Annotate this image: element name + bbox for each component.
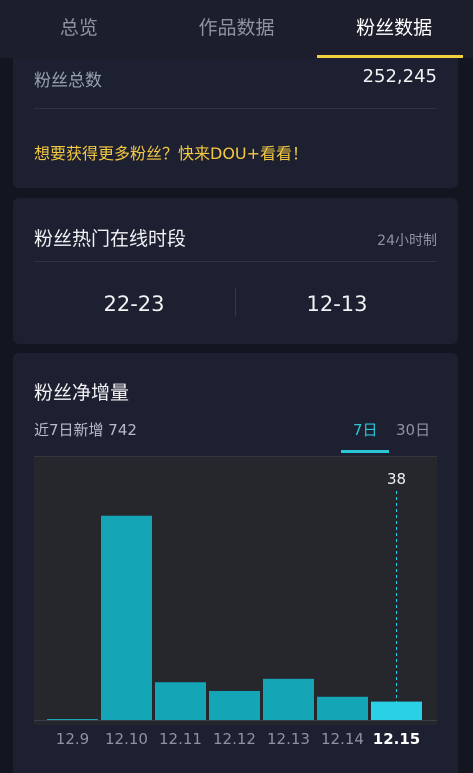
online-slot-2: 12-13	[306, 292, 368, 316]
net-growth-chart-area[interactable]: 38	[34, 457, 437, 725]
x-tick-label-12.9: 12.9	[55, 730, 90, 748]
x-tick-label-12.11: 12.11	[159, 730, 202, 748]
bar-12.10[interactable]	[101, 515, 152, 720]
dou-plus-promo-link[interactable]: 想要获得更多粉丝？快来DOU+看看！	[34, 140, 308, 164]
tab-works-data[interactable]: 作品数据	[158, 0, 316, 58]
fans-total-value: 252,245	[362, 66, 437, 87]
range-7-days-button[interactable]: 7日	[353, 419, 378, 440]
x-tick-label-12.14: 12.14	[321, 730, 364, 748]
bar-12.13[interactable]	[263, 678, 314, 720]
tab-overview[interactable]: 总览	[0, 0, 158, 58]
bar-12.12[interactable]	[209, 690, 260, 720]
fans-total-row: 粉丝总数 252,245	[34, 62, 437, 96]
range-selected-indicator	[341, 450, 389, 453]
tab-bar: 总览 作品数据 粉丝数据	[0, 0, 473, 58]
slot-separator	[235, 288, 236, 316]
online-slot-1: 22-23	[103, 292, 165, 316]
divider	[34, 108, 437, 109]
range-30-days-button[interactable]: 30日	[396, 419, 430, 440]
net-growth-card: 粉丝净增量 近7日新增 742 7日 30日 38 12.9 12.10 12.11…	[13, 353, 458, 773]
online-hours-title: 粉丝热门在线时段	[34, 228, 187, 250]
selected-value-label: 38	[387, 470, 406, 488]
bar-12.14[interactable]	[317, 696, 368, 720]
online-hours-note: 24小时制	[377, 233, 437, 249]
divider	[34, 261, 437, 262]
tab-fans-data[interactable]: 粉丝数据	[315, 0, 473, 58]
x-tick-label-12.13: 12.13	[267, 730, 310, 748]
x-tick-label-12.12: 12.12	[213, 730, 256, 748]
bar-12.9[interactable]	[47, 719, 98, 720]
bar-12.15[interactable]	[371, 701, 422, 720]
x-tick-label-12.15: 12.15	[372, 730, 421, 748]
fans-total-label: 粉丝总数	[34, 71, 102, 91]
net-growth-bar-chart[interactable]: 38	[34, 457, 437, 725]
fans-total-card: 粉丝总数 252,245 想要获得更多粉丝？快来DOU+看看！	[13, 58, 458, 188]
bar-12.11[interactable]	[155, 682, 206, 720]
online-hours-card: 粉丝热门在线时段 24小时制 22-23 12-13	[13, 198, 458, 344]
net-growth-summary: 近7日新增 742	[34, 421, 137, 439]
x-tick-label-12.10: 12.10	[105, 730, 148, 748]
net-growth-title: 粉丝净增量	[34, 382, 130, 404]
